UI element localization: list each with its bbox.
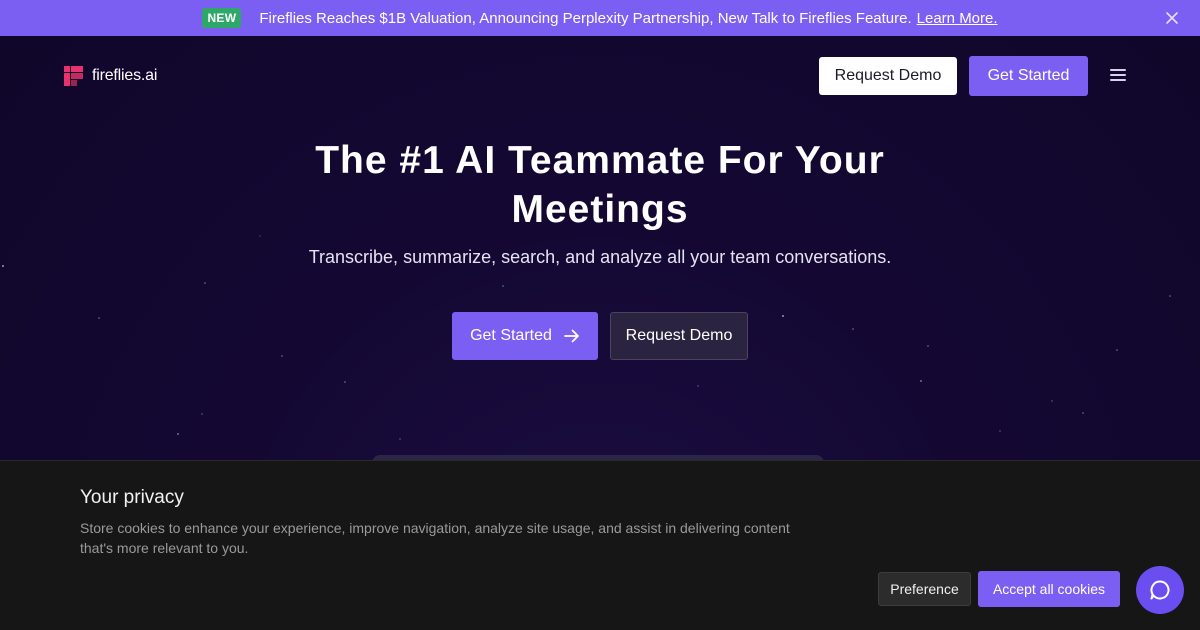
cookie-banner: Your privacy Store cookies to enhance yo… [0,460,1200,630]
close-announcement-button[interactable] [1162,8,1182,28]
chat-widget-button[interactable] [1136,566,1184,614]
header-get-started-button[interactable]: Get Started [969,56,1088,96]
learn-more-link[interactable]: Learn More. [917,10,998,27]
arrow-right-icon [564,329,580,343]
hero-get-started-button[interactable]: Get Started [452,312,598,360]
header-request-demo-button[interactable]: Request Demo [819,57,957,95]
announcement-bar: NEW Fireflies Reaches $1B Valuation, Ann… [0,0,1200,36]
cookie-preference-button[interactable]: Preference [878,572,971,606]
accept-all-cookies-button[interactable]: Accept all cookies [978,571,1120,607]
announcement-text: Fireflies Reaches $1B Valuation, Announc… [259,9,912,27]
hamburger-menu-icon[interactable] [1110,69,1126,83]
hero-get-started-label: Get Started [470,327,552,344]
page: NEW Fireflies Reaches $1B Valuation, Ann… [0,0,1200,630]
logo-link[interactable]: fireflies.ai [64,66,157,86]
chat-bubble-icon [1150,580,1170,600]
new-badge: NEW [202,8,242,28]
cookie-description: Store cookies to enhance your experience… [80,520,790,556]
logo-text: fireflies.ai [92,67,158,84]
cookie-title: Your privacy [80,487,184,508]
site-header: fireflies.ai Request Demo Get Started [0,36,1200,116]
close-icon [1166,12,1178,24]
hero-request-demo-button[interactable]: Request Demo [610,312,748,360]
hero-subtitle: Transcribe, summarize, search, and analy… [308,247,892,267]
fireflies-logo-icon [64,66,83,86]
hero-title: The #1 AI Teammate For Your Meetings [315,139,885,231]
